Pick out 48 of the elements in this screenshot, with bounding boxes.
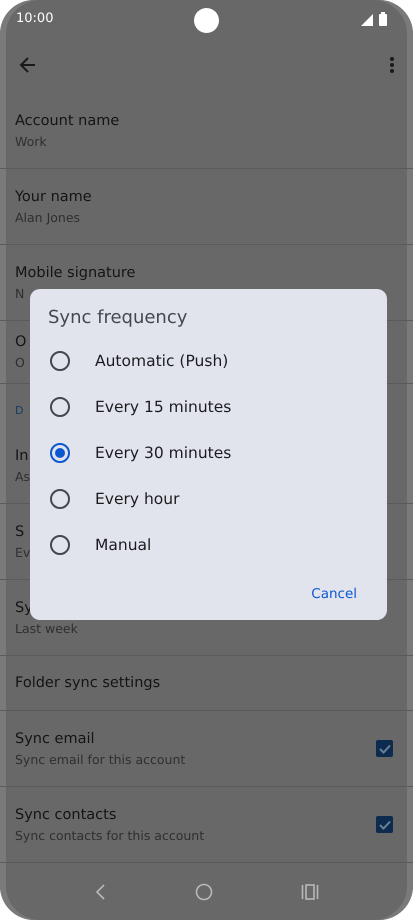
- radio-button[interactable]: [50, 443, 70, 463]
- setting-value: O: [15, 355, 25, 370]
- setting-value: Ev: [15, 544, 30, 560]
- radio-button[interactable]: [50, 489, 70, 509]
- setting-title: Mobile signature: [15, 264, 136, 281]
- setting-value: Last week: [15, 620, 78, 636]
- radio-option[interactable]: Every 15 minutes: [30, 384, 387, 430]
- settings-item[interactable]: Sync contacts Sync contacts for this account: [0, 787, 413, 864]
- setting-value: Work: [15, 134, 47, 149]
- option-label: Every 15 minutes: [95, 398, 232, 416]
- home-nav-icon[interactable]: [195, 882, 214, 901]
- setting-value: N: [15, 286, 24, 301]
- setting-value: Sync email for this account: [15, 752, 186, 767]
- radio-option[interactable]: Every hour: [30, 476, 387, 522]
- radio-button[interactable]: [50, 397, 70, 417]
- status-time: 10:00: [16, 11, 54, 26]
- radio-button[interactable]: [50, 351, 70, 371]
- setting-title: In: [15, 448, 28, 464]
- camera-hole: [194, 8, 219, 33]
- setting-title: S: [15, 524, 24, 540]
- back-arrow-icon: [18, 55, 38, 76]
- setting-title: O: [15, 334, 26, 350]
- setting-value: Sync contacts for this account: [15, 828, 204, 843]
- setting-title: Sync email: [15, 730, 95, 747]
- radio-option[interactable]: Every 30 minutes: [30, 430, 387, 476]
- option-label: Manual: [95, 536, 152, 554]
- radio-option[interactable]: Manual: [30, 522, 387, 568]
- radio-option[interactable]: Automatic (Push): [30, 338, 387, 384]
- setting-value: Alan Jones: [15, 210, 80, 225]
- setting-title: Folder sync settings: [15, 675, 160, 692]
- option-label: Every hour: [95, 490, 180, 508]
- setting-value: As: [15, 468, 30, 484]
- option-label: Automatic (Push): [95, 352, 228, 370]
- section-header: D: [15, 404, 24, 417]
- setting-title: Your name: [15, 188, 92, 205]
- setting-title: Sync contacts: [15, 806, 116, 823]
- more-vertical-icon: [389, 56, 395, 74]
- settings-item[interactable]: Account name Work: [0, 93, 413, 170]
- settings-item[interactable]: Folder sync settings: [0, 656, 413, 712]
- option-label: Every 30 minutes: [95, 444, 232, 462]
- recents-nav-icon[interactable]: [301, 884, 320, 900]
- cancel-button[interactable]: Cancel: [301, 580, 367, 608]
- checkbox[interactable]: [376, 740, 393, 758]
- settings-item[interactable]: Sync email Sync email for this account: [0, 711, 413, 788]
- checkbox[interactable]: [376, 816, 393, 834]
- setting-title: Account name: [15, 112, 120, 129]
- settings-item[interactable]: Your name Alan Jones: [0, 169, 413, 246]
- radio-button[interactable]: [50, 535, 70, 555]
